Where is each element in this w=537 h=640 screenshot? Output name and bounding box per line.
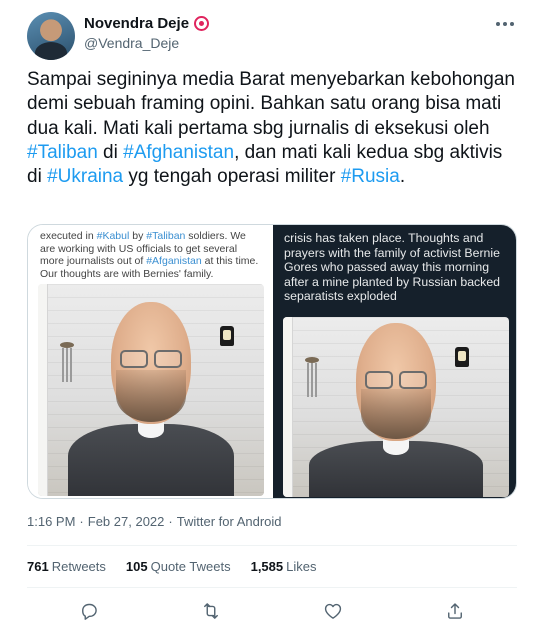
tweet-text-segment: Sampai segininya media Barat menyebarkan…	[27, 69, 515, 139]
quote-tweets-stat[interactable]: 105 Quote Tweets	[126, 559, 231, 574]
tweet-date[interactable]: Feb 27, 2022	[88, 514, 165, 529]
likes-count: 1,585	[250, 559, 284, 574]
tweet-text-segment: di	[97, 141, 124, 163]
tweet-stats: 761 Retweets 105 Quote Tweets 1,585 Likes	[27, 559, 317, 574]
tweet-text: Sampai segininya media Barat menyebarkan…	[27, 68, 517, 189]
retweets-count: 761	[27, 559, 49, 574]
caption-text: executed in	[40, 230, 97, 242]
more-options-icon[interactable]	[494, 14, 516, 34]
caption-hashtag: #Afganistan	[146, 255, 202, 268]
meta-separator: ·	[79, 514, 84, 529]
author-handle[interactable]: @Vendra_Deje	[84, 35, 179, 51]
display-name[interactable]: Novendra Deje	[84, 15, 189, 32]
meta-separator: ·	[168, 514, 173, 529]
author-name-row: Novendra Deje	[84, 15, 210, 32]
media-image-right[interactable]: crisis has taken place. Thoughts and pra…	[273, 225, 516, 498]
tweet-media[interactable]: executed in #Kabul by #Taliban soldiers.…	[27, 224, 517, 499]
tweet-meta: 1:16 PM · Feb 27, 2022 · Twitter for And…	[27, 514, 282, 529]
divider	[27, 545, 517, 546]
tweet-text-segment: yg tengah operasi militer	[123, 166, 341, 188]
likes-stat[interactable]: 1,585 Likes	[251, 559, 317, 574]
caption-text: by	[129, 230, 147, 242]
flower-badge-icon	[194, 16, 210, 31]
caption-hashtag: #Kabul	[96, 230, 130, 242]
left-photo	[38, 284, 264, 496]
quote-tweets-label: Quote Tweets	[150, 559, 231, 574]
tweet-time[interactable]: 1:16 PM	[27, 514, 75, 529]
avatar[interactable]	[27, 12, 75, 60]
left-image-caption: executed in #Kabul by #Taliban soldiers.…	[40, 230, 262, 280]
hashtag-link[interactable]: #Rusia	[341, 166, 400, 187]
hashtag-link[interactable]: #Afghanistan	[123, 142, 234, 163]
heart-icon[interactable]	[318, 596, 348, 626]
retweet-icon[interactable]	[196, 596, 226, 626]
right-photo	[283, 317, 509, 497]
hashtag-link[interactable]: #Taliban	[27, 142, 98, 163]
retweets-stat[interactable]: 761 Retweets	[27, 559, 106, 574]
reply-icon[interactable]	[74, 596, 104, 626]
retweets-label: Retweets	[51, 559, 106, 574]
media-image-left[interactable]: executed in #Kabul by #Taliban soldiers.…	[28, 225, 271, 498]
divider	[27, 587, 517, 588]
tweet-text-segment: .	[399, 166, 406, 188]
likes-label: Likes	[286, 559, 317, 574]
tweet-source[interactable]: Twitter for Android	[177, 514, 282, 529]
caption-hashtag: #Taliban	[146, 230, 186, 242]
quote-tweets-count: 105	[125, 559, 148, 574]
share-icon[interactable]	[440, 596, 470, 626]
hashtag-link[interactable]: #Ukraina	[47, 166, 123, 187]
right-image-caption: crisis has taken place. Thoughts and pra…	[284, 231, 501, 304]
tweet-actions	[27, 596, 517, 626]
